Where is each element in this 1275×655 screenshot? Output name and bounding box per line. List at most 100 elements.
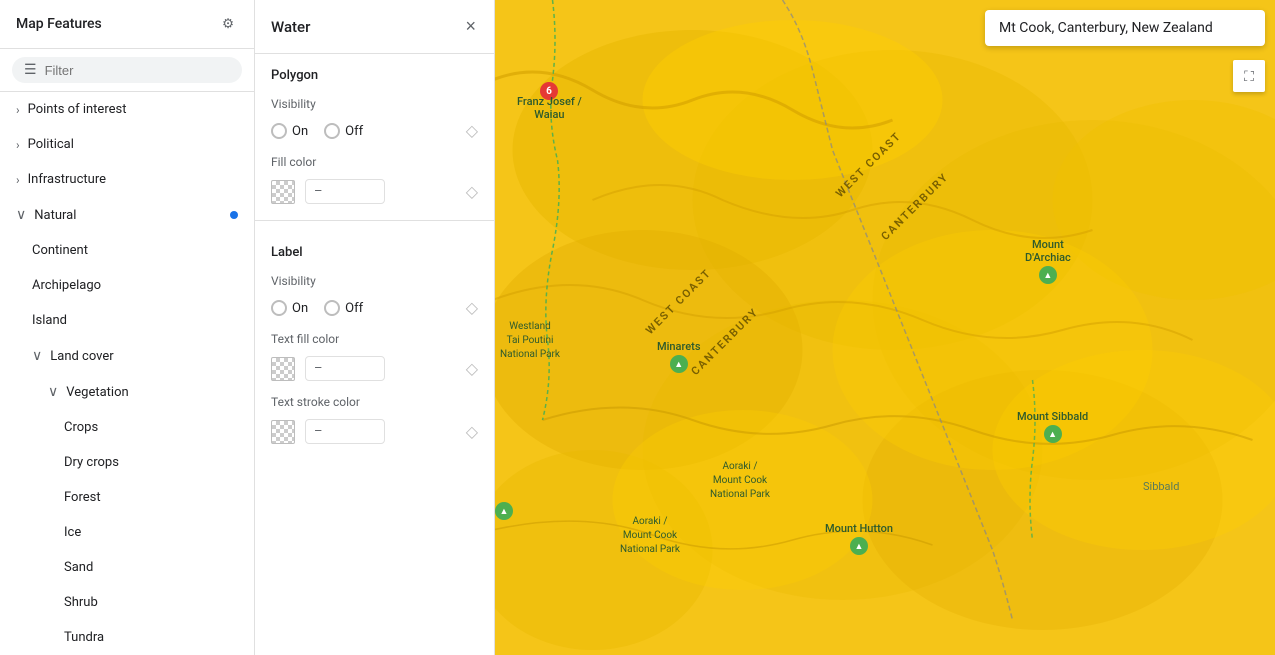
sidebar-item-label: Dry crops	[64, 455, 119, 470]
fullscreen-button[interactable]: ⛶	[1233, 60, 1265, 92]
route-number: 6	[546, 86, 552, 97]
map-area[interactable]: 6 Franz Josef /Waiau WEST COAST CANTERBU…	[495, 0, 1275, 655]
fill-color-diamond-btn[interactable]: ◇	[466, 182, 478, 202]
poi-mount-sibbald-label: Mount Sibbald	[1017, 410, 1088, 423]
map-label-sibbald: Sibbald	[1143, 480, 1179, 493]
sidebar-item-label: Political	[28, 137, 74, 152]
sidebar-item-political[interactable]: › Political	[0, 127, 254, 162]
radio-on	[271, 123, 287, 139]
sidebar-item-vegetation[interactable]: ∨ Vegetation	[0, 374, 254, 410]
poi-mount-hutton: Mount Hutton ▲	[825, 522, 893, 555]
sidebar-item-label: Continent	[32, 243, 88, 258]
label-off-label: Off	[345, 301, 363, 316]
label-visibility-row: On Off ◇	[255, 292, 494, 324]
poi-mount-sibbald-marker: ▲	[1044, 425, 1062, 443]
text-fill-color-row: – ◇	[255, 350, 494, 387]
label-visibility-on-option[interactable]: On	[271, 300, 308, 316]
fill-color-label: Fill color	[255, 147, 494, 173]
sidebar-item-shrub[interactable]: Shrub	[0, 585, 254, 620]
text-stroke-color-row: – ◇	[255, 413, 494, 450]
visibility-row: On Off ◇	[255, 115, 494, 147]
text-fill-diamond-btn[interactable]: ◇	[466, 359, 478, 379]
sidebar-item-ice[interactable]: Ice	[0, 515, 254, 550]
sidebar-item-label: Ice	[64, 525, 81, 540]
text-fill-color-label: Text fill color	[255, 324, 494, 350]
sidebar-item-label: Sand	[64, 560, 93, 575]
poi-minarets: Minarets ▲	[657, 340, 700, 373]
text-fill-color-value[interactable]: –	[305, 356, 385, 381]
modified-dot	[230, 211, 238, 219]
visibility-diamond-btn[interactable]: ◇	[466, 121, 478, 141]
label-visibility-diamond-btn[interactable]: ◇	[466, 298, 478, 318]
water-panel-header: Water ×	[255, 0, 494, 54]
radio-off	[324, 123, 340, 139]
sidebar-item-label: Vegetation	[66, 385, 128, 400]
text-fill-color-swatch[interactable]	[271, 357, 295, 381]
diamond-icon: ◇	[466, 422, 478, 442]
poi-mt-darchiac-label: MountD'Archiac	[1025, 238, 1071, 264]
text-stroke-color-swatch[interactable]	[271, 420, 295, 444]
sidebar-item-label: Archipelago	[32, 278, 101, 293]
close-icon: ×	[465, 16, 476, 37]
diamond-icon: ◇	[466, 182, 478, 202]
chevron-down-icon: ∨	[48, 384, 58, 400]
search-value: Mt Cook, Canterbury, New Zealand	[999, 20, 1213, 36]
fill-color-value[interactable]: –	[305, 179, 385, 204]
chevron-down-icon: ∨	[16, 207, 26, 223]
chevron-right-icon: ›	[16, 138, 20, 152]
sidebar-item-dry-crops[interactable]: Dry crops	[0, 445, 254, 480]
sidebar-header: Map Features ⚙	[0, 0, 254, 49]
sidebar-item-label: Infrastructure	[28, 172, 106, 187]
nav-list: › Points of interest › Political › Infra…	[0, 92, 254, 655]
label-radio-off	[324, 300, 340, 316]
sidebar-item-label: Forest	[64, 490, 101, 505]
chevron-right-icon: ›	[16, 173, 20, 187]
chevron-right-icon: ›	[16, 103, 20, 117]
filter-input[interactable]	[45, 63, 230, 78]
poi-mount-sibbald: Mount Sibbald ▲	[1017, 410, 1088, 443]
sidebar-item-infrastructure[interactable]: › Infrastructure	[0, 162, 254, 197]
label-section-title: Label	[255, 231, 494, 266]
label-visibility-off-option[interactable]: Off	[324, 300, 363, 316]
filter-icon: ☰	[24, 62, 37, 78]
map-search-bar: Mt Cook, Canterbury, New Zealand	[985, 10, 1265, 46]
visibility-label: Visibility	[255, 89, 494, 115]
water-panel: Water × Polygon Visibility On Off ◇ Fill…	[255, 0, 495, 655]
visibility-on-option[interactable]: On	[271, 123, 308, 139]
diamond-icon: ◇	[466, 359, 478, 379]
sidebar-item-label: Shrub	[64, 595, 98, 610]
sidebar-item-continent[interactable]: Continent	[0, 233, 254, 268]
sidebar-item-crops[interactable]: Crops	[0, 410, 254, 445]
map-label-aoraki-2: Aoraki /Mount CookNational Park	[620, 515, 680, 557]
fill-color-row: – ◇	[255, 173, 494, 210]
sidebar-item-forest[interactable]: Forest	[0, 480, 254, 515]
on-label: On	[292, 124, 308, 139]
sidebar: Map Features ⚙ ☰ › Points of interest › …	[0, 0, 255, 655]
water-panel-title: Water	[271, 18, 310, 36]
sidebar-item-land-cover[interactable]: ∨ Land cover	[0, 338, 254, 374]
poi-aoraki-marker: ▲	[495, 502, 513, 520]
gear-button[interactable]: ⚙	[218, 12, 238, 36]
fullscreen-wrap: ⛶	[1233, 60, 1265, 92]
sidebar-item-sand[interactable]: Sand	[0, 550, 254, 585]
text-stroke-color-value[interactable]: –	[305, 419, 385, 444]
filter-input-wrap: ☰	[12, 57, 242, 83]
text-stroke-diamond-btn[interactable]: ◇	[466, 422, 478, 442]
sidebar-item-points-of-interest[interactable]: › Points of interest	[0, 92, 254, 127]
fill-color-swatch[interactable]	[271, 180, 295, 204]
text-stroke-color-label: Text stroke color	[255, 387, 494, 413]
poi-mt-darchiac-marker: ▲	[1039, 266, 1057, 284]
route-marker-6: 6	[540, 82, 558, 100]
sidebar-item-tundra[interactable]: Tundra	[0, 620, 254, 655]
sidebar-item-island[interactable]: Island	[0, 303, 254, 338]
sidebar-item-archipelago[interactable]: Archipelago	[0, 268, 254, 303]
off-label: Off	[345, 124, 363, 139]
visibility-off-option[interactable]: Off	[324, 123, 363, 139]
sidebar-item-natural[interactable]: ∨ Natural	[0, 197, 254, 233]
label-radio-on	[271, 300, 287, 316]
label-visibility-label: Visibility	[255, 266, 494, 292]
sidebar-item-label: Natural	[34, 208, 76, 223]
map-terrain-svg	[495, 0, 1275, 655]
diamond-icon: ◇	[466, 121, 478, 141]
close-button[interactable]: ×	[463, 14, 478, 39]
